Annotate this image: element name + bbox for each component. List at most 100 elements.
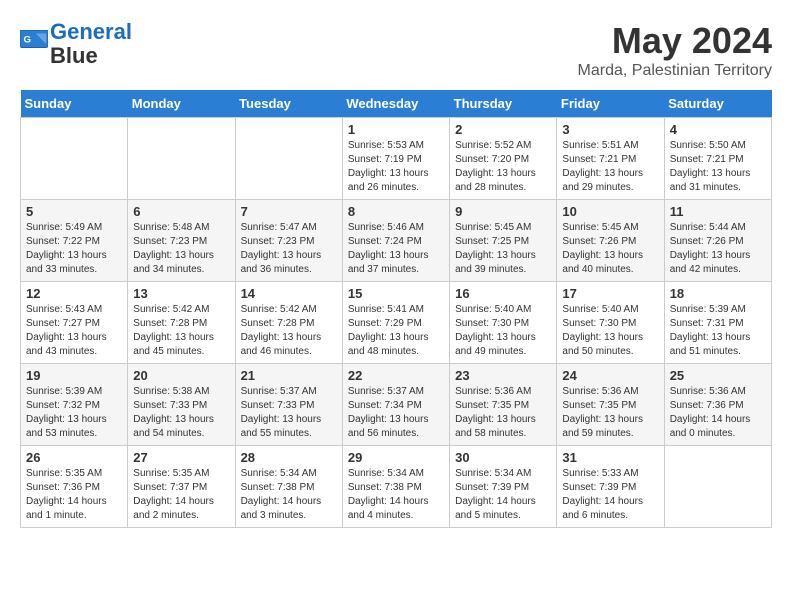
calendar-cell: 28Sunrise: 5:34 AM Sunset: 7:38 PM Dayli… bbox=[235, 446, 342, 528]
title-block: May 2024 Marda, Palestinian Territory bbox=[578, 20, 772, 80]
day-number: 24 bbox=[562, 368, 658, 383]
day-info: Sunrise: 5:50 AM Sunset: 7:21 PM Dayligh… bbox=[670, 139, 766, 195]
day-number: 27 bbox=[133, 450, 229, 465]
day-info: Sunrise: 5:36 AM Sunset: 7:35 PM Dayligh… bbox=[455, 385, 551, 441]
day-info: Sunrise: 5:49 AM Sunset: 7:22 PM Dayligh… bbox=[26, 221, 122, 277]
calendar-cell: 12Sunrise: 5:43 AM Sunset: 7:27 PM Dayli… bbox=[21, 282, 128, 364]
day-number: 25 bbox=[670, 368, 766, 383]
day-number: 22 bbox=[348, 368, 444, 383]
logo: G General Blue bbox=[20, 20, 132, 68]
page-header: G General Blue May 2024 Marda, Palestini… bbox=[20, 20, 772, 80]
day-number: 3 bbox=[562, 122, 658, 137]
calendar-table: SundayMondayTuesdayWednesdayThursdayFrid… bbox=[20, 90, 772, 528]
day-number: 11 bbox=[670, 204, 766, 219]
day-info: Sunrise: 5:45 AM Sunset: 7:25 PM Dayligh… bbox=[455, 221, 551, 277]
day-number: 20 bbox=[133, 368, 229, 383]
weekday-header-tuesday: Tuesday bbox=[235, 90, 342, 118]
day-info: Sunrise: 5:40 AM Sunset: 7:30 PM Dayligh… bbox=[562, 303, 658, 359]
day-info: Sunrise: 5:44 AM Sunset: 7:26 PM Dayligh… bbox=[670, 221, 766, 277]
calendar-cell: 29Sunrise: 5:34 AM Sunset: 7:38 PM Dayli… bbox=[342, 446, 449, 528]
day-number: 23 bbox=[455, 368, 551, 383]
location: Marda, Palestinian Territory bbox=[578, 62, 772, 80]
calendar-cell bbox=[128, 118, 235, 200]
calendar-cell bbox=[21, 118, 128, 200]
day-info: Sunrise: 5:48 AM Sunset: 7:23 PM Dayligh… bbox=[133, 221, 229, 277]
day-number: 14 bbox=[241, 286, 337, 301]
day-number: 21 bbox=[241, 368, 337, 383]
calendar-week-2: 5 Sunrise: 5:49 AM Sunset: 7:22 PM Daylig… bbox=[21, 200, 772, 282]
weekday-header-wednesday: Wednesday bbox=[342, 90, 449, 118]
day-info: Sunrise: 5:42 AM Sunset: 7:28 PM Dayligh… bbox=[241, 303, 337, 359]
day-info: Sunrise: 5:41 AM Sunset: 7:29 PM Dayligh… bbox=[348, 303, 444, 359]
calendar-cell: 1Sunrise: 5:53 AM Sunset: 7:19 PM Daylig… bbox=[342, 118, 449, 200]
day-info: Sunrise: 5:37 AM Sunset: 7:33 PM Dayligh… bbox=[241, 385, 337, 441]
day-number: 19 bbox=[26, 368, 122, 383]
day-number: 18 bbox=[670, 286, 766, 301]
day-number: 30 bbox=[455, 450, 551, 465]
day-info: Sunrise: 5:47 AM Sunset: 7:23 PM Dayligh… bbox=[241, 221, 337, 277]
day-number: 7 bbox=[241, 204, 337, 219]
calendar-cell: 3Sunrise: 5:51 AM Sunset: 7:21 PM Daylig… bbox=[557, 118, 664, 200]
day-info: Sunrise: 5:35 AM Sunset: 7:37 PM Dayligh… bbox=[133, 467, 229, 523]
calendar-cell bbox=[235, 118, 342, 200]
calendar-cell: 14 Sunrise: 5:42 AM Sunset: 7:28 PM Dayli… bbox=[235, 282, 342, 364]
month-title: May 2024 bbox=[578, 20, 772, 62]
day-number: 15 bbox=[348, 286, 444, 301]
day-info: Sunrise: 5:39 AM Sunset: 7:32 PM Dayligh… bbox=[26, 385, 122, 441]
day-number: 6 bbox=[133, 204, 229, 219]
calendar-cell: 16 Sunrise: 5:40 AM Sunset: 7:30 PM Dayli… bbox=[450, 282, 557, 364]
calendar-cell: 18 Sunrise: 5:39 AM Sunset: 7:31 PM Dayli… bbox=[664, 282, 771, 364]
calendar-cell: 9 Sunrise: 5:45 AM Sunset: 7:25 PM Daylig… bbox=[450, 200, 557, 282]
weekday-header-friday: Friday bbox=[557, 90, 664, 118]
calendar-cell: 22Sunrise: 5:37 AM Sunset: 7:34 PM Dayli… bbox=[342, 364, 449, 446]
calendar-cell: 15 Sunrise: 5:41 AM Sunset: 7:29 PM Dayli… bbox=[342, 282, 449, 364]
calendar-week-4: 19 Sunrise: 5:39 AM Sunset: 7:32 PM Dayli… bbox=[21, 364, 772, 446]
calendar-cell: 23 Sunrise: 5:36 AM Sunset: 7:35 PM Dayli… bbox=[450, 364, 557, 446]
day-info: Sunrise: 5:38 AM Sunset: 7:33 PM Dayligh… bbox=[133, 385, 229, 441]
calendar-cell bbox=[664, 446, 771, 528]
calendar-cell: 17 Sunrise: 5:40 AM Sunset: 7:30 PM Dayli… bbox=[557, 282, 664, 364]
day-info: Sunrise: 5:34 AM Sunset: 7:38 PM Dayligh… bbox=[348, 467, 444, 523]
calendar-cell: 5 Sunrise: 5:49 AM Sunset: 7:22 PM Daylig… bbox=[21, 200, 128, 282]
day-info: Sunrise: 5:36 AM Sunset: 7:35 PM Dayligh… bbox=[562, 385, 658, 441]
day-number: 8 bbox=[348, 204, 444, 219]
day-info: Sunrise: 5:52 AM Sunset: 7:20 PM Dayligh… bbox=[455, 139, 551, 195]
day-number: 28 bbox=[241, 450, 337, 465]
calendar-cell: 20 Sunrise: 5:38 AM Sunset: 7:33 PM Dayli… bbox=[128, 364, 235, 446]
day-number: 17 bbox=[562, 286, 658, 301]
calendar-cell: 19 Sunrise: 5:39 AM Sunset: 7:32 PM Dayli… bbox=[21, 364, 128, 446]
day-info: Sunrise: 5:42 AM Sunset: 7:28 PM Dayligh… bbox=[133, 303, 229, 359]
day-info: Sunrise: 5:36 AM Sunset: 7:36 PM Dayligh… bbox=[670, 385, 766, 441]
calendar-cell: 8 Sunrise: 5:46 AM Sunset: 7:24 PM Daylig… bbox=[342, 200, 449, 282]
calendar-cell: 11 Sunrise: 5:44 AM Sunset: 7:26 PM Dayli… bbox=[664, 200, 771, 282]
day-number: 12 bbox=[26, 286, 122, 301]
day-number: 1 bbox=[348, 122, 444, 137]
day-number: 9 bbox=[455, 204, 551, 219]
day-number: 2 bbox=[455, 122, 551, 137]
day-info: Sunrise: 5:40 AM Sunset: 7:30 PM Dayligh… bbox=[455, 303, 551, 359]
day-number: 31 bbox=[562, 450, 658, 465]
calendar-cell: 21 Sunrise: 5:37 AM Sunset: 7:33 PM Dayli… bbox=[235, 364, 342, 446]
calendar-cell: 10Sunrise: 5:45 AM Sunset: 7:26 PM Dayli… bbox=[557, 200, 664, 282]
day-number: 5 bbox=[26, 204, 122, 219]
day-info: Sunrise: 5:35 AM Sunset: 7:36 PM Dayligh… bbox=[26, 467, 122, 523]
calendar-week-3: 12Sunrise: 5:43 AM Sunset: 7:27 PM Dayli… bbox=[21, 282, 772, 364]
calendar-week-5: 26 Sunrise: 5:35 AM Sunset: 7:36 PM Dayli… bbox=[21, 446, 772, 528]
weekday-header-thursday: Thursday bbox=[450, 90, 557, 118]
calendar-cell: 26 Sunrise: 5:35 AM Sunset: 7:36 PM Dayli… bbox=[21, 446, 128, 528]
weekday-header-monday: Monday bbox=[128, 90, 235, 118]
calendar-cell: 30Sunrise: 5:34 AM Sunset: 7:39 PM Dayli… bbox=[450, 446, 557, 528]
calendar-cell: 7 Sunrise: 5:47 AM Sunset: 7:23 PM Daylig… bbox=[235, 200, 342, 282]
calendar-cell: 13 Sunrise: 5:42 AM Sunset: 7:28 PM Dayli… bbox=[128, 282, 235, 364]
day-info: Sunrise: 5:39 AM Sunset: 7:31 PM Dayligh… bbox=[670, 303, 766, 359]
day-info: Sunrise: 5:46 AM Sunset: 7:24 PM Dayligh… bbox=[348, 221, 444, 277]
day-number: 26 bbox=[26, 450, 122, 465]
logo-icon: G bbox=[20, 30, 48, 58]
calendar-cell: 31Sunrise: 5:33 AM Sunset: 7:39 PM Dayli… bbox=[557, 446, 664, 528]
day-number: 13 bbox=[133, 286, 229, 301]
calendar-cell: 25 Sunrise: 5:36 AM Sunset: 7:36 PM Dayli… bbox=[664, 364, 771, 446]
calendar-cell: 4 Sunrise: 5:50 AM Sunset: 7:21 PM Daylig… bbox=[664, 118, 771, 200]
day-number: 4 bbox=[670, 122, 766, 137]
day-number: 16 bbox=[455, 286, 551, 301]
day-info: Sunrise: 5:45 AM Sunset: 7:26 PM Dayligh… bbox=[562, 221, 658, 277]
